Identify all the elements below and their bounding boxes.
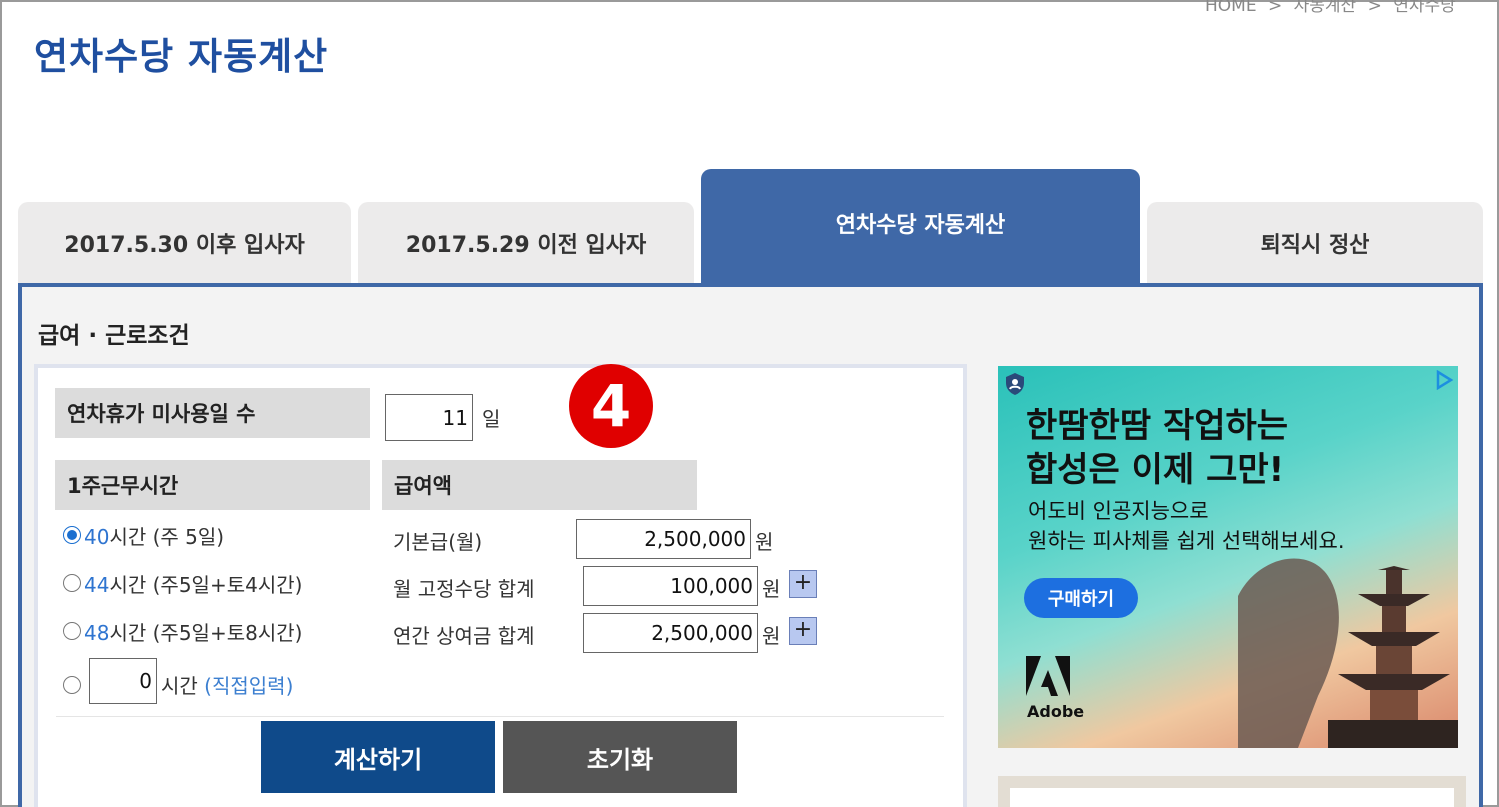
hours-text: 시간 (주5일+토4시간) xyxy=(109,573,303,597)
breadcrumb: HOME > 자동계산 > 연차수당 xyxy=(1205,0,1462,16)
ad-headline: 한땀한땀 작업하는 합성은 이제 그만! xyxy=(1026,404,1288,492)
annual-bonus-input[interactable]: 2,500,000 xyxy=(583,613,758,653)
hours-text: 시간 (주5일+토8시간) xyxy=(109,621,303,645)
annual-bonus-unit: 원 xyxy=(762,624,781,648)
fixed-allowance-plus-button[interactable]: + xyxy=(789,570,817,598)
hours-value: 44 xyxy=(84,573,110,597)
tab-annual-allowance-calc[interactable]: 연차수당 자동계산 xyxy=(701,169,1140,287)
fixed-allowance-unit: 원 xyxy=(762,577,781,601)
tab-after-2017-5-30[interactable]: 2017.5.30 이후 입사자 xyxy=(18,202,351,283)
fixed-allowance-label: 월 고정수당 합계 xyxy=(393,577,535,601)
unused-leave-unit: 일 xyxy=(482,407,501,431)
base-pay-label: 기본급(월) xyxy=(393,530,483,554)
hours-custom-input[interactable]: 0 xyxy=(89,658,157,704)
breadcrumb-separator: > xyxy=(1367,0,1382,16)
adobe-logo-icon xyxy=(1026,656,1070,696)
weekly-hours-label: 1주근무시간 xyxy=(55,460,370,510)
reset-button[interactable]: 초기화 xyxy=(503,721,737,793)
hours-44-radio[interactable] xyxy=(63,574,81,592)
ad-brand: Adobe xyxy=(1027,702,1085,721)
hours-value: 48 xyxy=(84,621,110,645)
hours-44-option[interactable]: 44시간 (주5일+토4시간) xyxy=(84,569,302,598)
hours-text: 시간 (주 5일) xyxy=(109,525,225,549)
ad-headline-line-1: 한땀한땀 작업하는 xyxy=(1026,406,1289,446)
ad-buy-button[interactable]: 구매하기 xyxy=(1024,578,1138,618)
breadcrumb-home[interactable]: HOME xyxy=(1205,0,1257,16)
adobe-ad-banner[interactable]: 한땀한땀 작업하는 합성은 이제 그만! 어도비 인공지능으로 원하는 피사체를… xyxy=(998,366,1458,748)
tab-label: 2017.5.30 이후 입사자 xyxy=(64,232,305,258)
ad-headline-line-2: 합성은 이제 그만! xyxy=(1026,450,1285,490)
calculate-button[interactable]: 계산하기 xyxy=(261,721,495,793)
step-badge: 4 xyxy=(569,364,653,448)
base-pay-input[interactable]: 2,500,000 xyxy=(576,519,751,559)
ad-shield-icon xyxy=(1006,373,1024,395)
hours-custom-radio[interactable] xyxy=(63,676,81,694)
salary-label: 급여액 xyxy=(382,460,697,510)
hours-40-option[interactable]: 40시간 (주 5일) xyxy=(84,521,224,550)
hours-custom-text: 시간 xyxy=(161,674,198,698)
unused-leave-input[interactable]: 11 xyxy=(385,394,473,441)
ad-subtext: 어도비 인공지능으로 원하는 피사체를 쉽게 선택해보세요. xyxy=(1028,496,1345,556)
tab-label: 2017.5.29 이전 입사자 xyxy=(405,232,647,258)
breadcrumb-annual-allowance[interactable]: 연차수당 xyxy=(1393,0,1456,16)
fixed-allowance-input[interactable]: 100,000 xyxy=(583,566,758,606)
tab-retirement-settlement[interactable]: 퇴직시 정산 xyxy=(1147,202,1483,283)
hours-48-option[interactable]: 48시간 (주5일+토8시간) xyxy=(84,617,302,646)
breadcrumb-separator: > xyxy=(1267,0,1283,16)
unused-leave-label: 연차휴가 미사용일 수 xyxy=(55,388,370,438)
hours-custom-hint: (직접입력) xyxy=(204,674,294,698)
annual-bonus-label: 연간 상여금 합계 xyxy=(393,624,535,648)
section-title: 급여 · 근로조건 xyxy=(38,323,190,349)
hours-40-radio[interactable] xyxy=(63,526,81,544)
hours-48-radio[interactable] xyxy=(63,622,81,640)
ad-choices-icon[interactable] xyxy=(1434,370,1454,390)
sidebar-widget xyxy=(998,776,1466,807)
breadcrumb-auto-calc[interactable]: 자동계산 xyxy=(1294,0,1357,16)
hours-custom-option: 시간 (직접입력) xyxy=(161,670,293,699)
form-divider xyxy=(56,716,944,717)
pagoda-illustration-icon xyxy=(1238,536,1458,748)
hours-value: 40 xyxy=(84,525,110,549)
ad-subtext-line-2: 원하는 피사체를 쉽게 선택해보세요. xyxy=(1028,529,1345,553)
tab-label: 퇴직시 정산 xyxy=(1260,232,1370,258)
ad-subtext-line-1: 어도비 인공지능으로 xyxy=(1028,499,1209,523)
base-pay-unit: 원 xyxy=(755,530,774,554)
page-title: 연차수당 자동계산 xyxy=(34,35,329,78)
tab-label: 연차수당 자동계산 xyxy=(835,213,1006,238)
tab-before-2017-5-29[interactable]: 2017.5.29 이전 입사자 xyxy=(358,202,694,283)
annual-bonus-plus-button[interactable]: + xyxy=(789,617,817,645)
